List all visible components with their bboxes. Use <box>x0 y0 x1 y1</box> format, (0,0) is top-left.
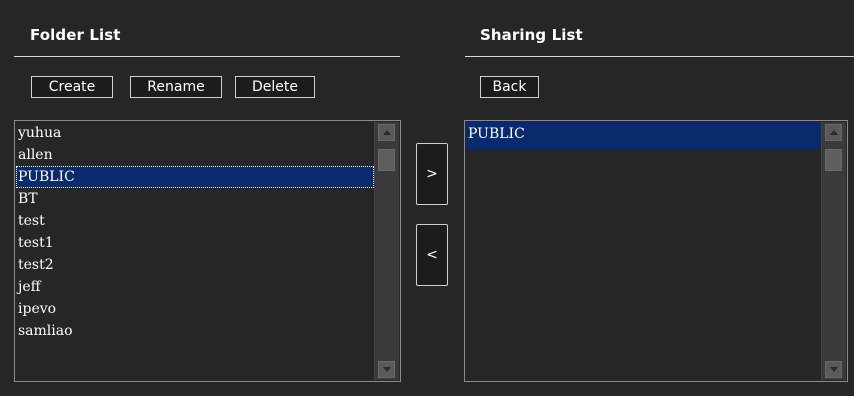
folder-list-item[interactable]: jeff <box>16 276 374 298</box>
folder-list[interactable]: yuhua allen PUBLIC BT test test1 test2 j… <box>14 120 401 382</box>
folder-list-items: yuhua allen PUBLIC BT test test1 test2 j… <box>16 122 374 380</box>
delete-button[interactable]: Delete <box>235 76 315 98</box>
folder-list-item-selected[interactable]: PUBLIC <box>16 166 374 188</box>
folder-list-item[interactable]: test <box>16 210 374 232</box>
remove-from-sharing-button[interactable]: < <box>416 224 448 286</box>
back-button[interactable]: Back <box>480 76 539 98</box>
folder-list-title: Folder List <box>30 26 121 44</box>
sharing-list-title: Sharing List <box>480 26 583 44</box>
create-button[interactable]: Create <box>31 76 113 98</box>
rename-button[interactable]: Rename <box>130 76 222 98</box>
sharing-list-scroll-thumb[interactable] <box>825 149 842 171</box>
folder-list-item[interactable]: test2 <box>16 254 374 276</box>
folder-list-scroll-thumb[interactable] <box>378 149 395 171</box>
sharing-list-divider <box>465 56 854 57</box>
scroll-down-arrow-icon[interactable] <box>378 361 395 378</box>
sharing-list-item-selected[interactable]: PUBLIC <box>466 122 821 149</box>
scroll-up-arrow-icon[interactable] <box>378 124 395 141</box>
folder-list-item[interactable]: allen <box>16 144 374 166</box>
folder-list-item[interactable]: yuhua <box>16 122 374 144</box>
sharing-list-scrollbar[interactable] <box>821 122 846 380</box>
folder-list-item[interactable]: test1 <box>16 232 374 254</box>
scroll-down-arrow-icon[interactable] <box>825 361 842 378</box>
folder-list-item[interactable]: ipevo <box>16 298 374 320</box>
add-to-sharing-button[interactable]: > <box>416 143 448 205</box>
sharing-list[interactable]: PUBLIC <box>464 120 848 382</box>
folder-list-divider <box>14 56 400 57</box>
folder-list-item[interactable]: samliao <box>16 320 374 342</box>
folder-list-scrollbar[interactable] <box>374 122 399 380</box>
sharing-list-items: PUBLIC <box>466 122 821 380</box>
folder-list-item[interactable]: BT <box>16 188 374 210</box>
scroll-up-arrow-icon[interactable] <box>825 124 842 141</box>
